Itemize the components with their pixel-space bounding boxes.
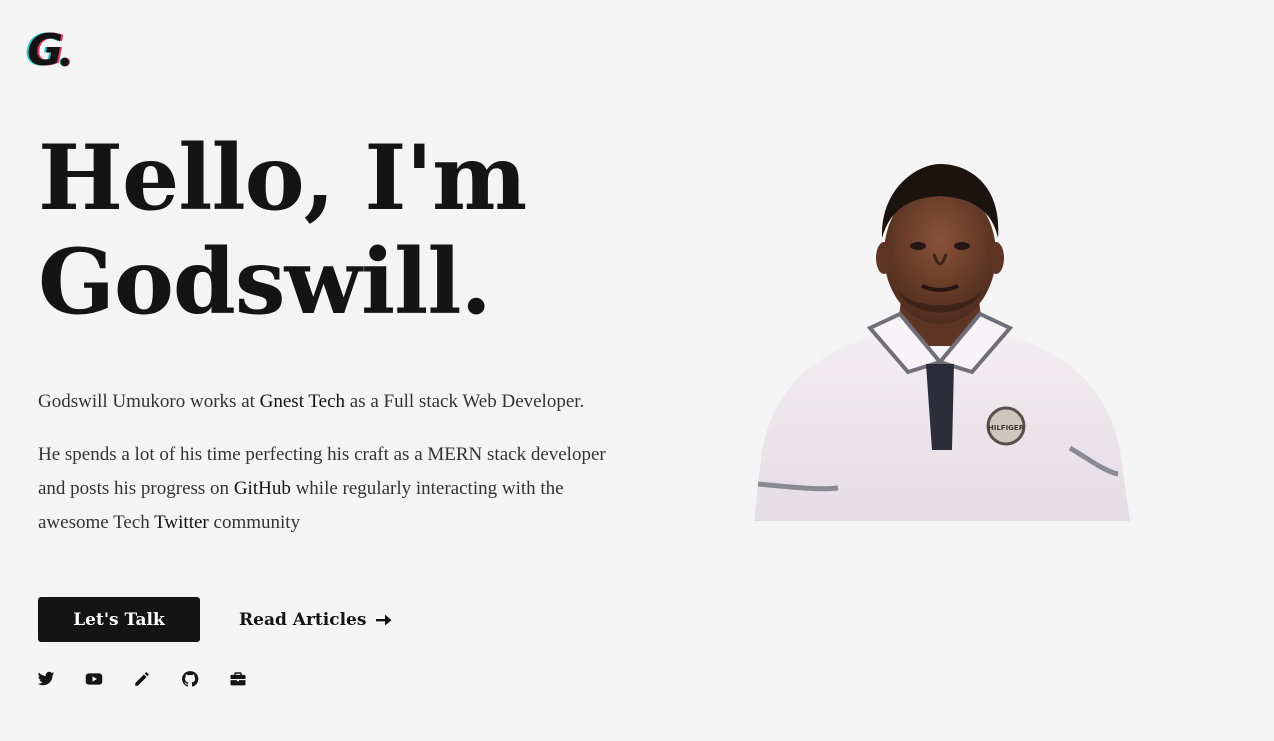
lets-talk-button[interactable]: Let's Talk xyxy=(38,597,200,642)
pencil-icon xyxy=(135,672,149,686)
hero-title-line-2: Godswill. xyxy=(38,229,492,335)
portrait-illustration: HILFIGER xyxy=(754,164,1130,521)
blog-social-link[interactable] xyxy=(133,670,151,688)
youtube-social-link[interactable] xyxy=(85,670,103,688)
logo-mark-icon: G G G xyxy=(25,25,70,76)
portfolio-social-link[interactable] xyxy=(229,670,247,688)
arrow-right-icon xyxy=(376,614,392,625)
hero-title-line-1: Hello, I'm xyxy=(38,125,527,231)
social-links xyxy=(37,670,247,688)
github-icon xyxy=(182,671,199,687)
gnest-tech-link[interactable]: Gnest Tech xyxy=(260,391,345,412)
site-logo[interactable]: G G G xyxy=(25,22,72,76)
profile-photo: HILFIGER xyxy=(740,150,1140,521)
twitter-icon xyxy=(37,671,55,686)
bio-text: Godswill Umukoro works at xyxy=(38,391,260,412)
hero-title: Hello, I'm Godswill. xyxy=(38,126,658,334)
briefcase-icon xyxy=(230,672,246,686)
bio-text: as a Full stack Web Developer. xyxy=(345,391,585,412)
bio: Godswill Umukoro works at Gnest Tech as … xyxy=(38,386,608,540)
bio-text: community xyxy=(208,512,301,533)
github-link[interactable]: GitHub xyxy=(234,478,291,499)
read-articles-link[interactable]: Read Articles xyxy=(239,597,392,642)
bio-paragraph-2: He spends a lot of his time perfecting h… xyxy=(38,438,608,540)
twitter-link[interactable]: Twitter xyxy=(154,512,209,533)
svg-text:G: G xyxy=(27,25,63,70)
github-social-link[interactable] xyxy=(181,670,199,688)
read-articles-label: Read Articles xyxy=(239,609,367,630)
youtube-icon xyxy=(85,673,103,685)
twitter-social-link[interactable] xyxy=(37,670,55,688)
bio-paragraph-1: Godswill Umukoro works at Gnest Tech as … xyxy=(38,386,608,418)
shirt-badge-text: HILFIGER xyxy=(988,424,1025,432)
